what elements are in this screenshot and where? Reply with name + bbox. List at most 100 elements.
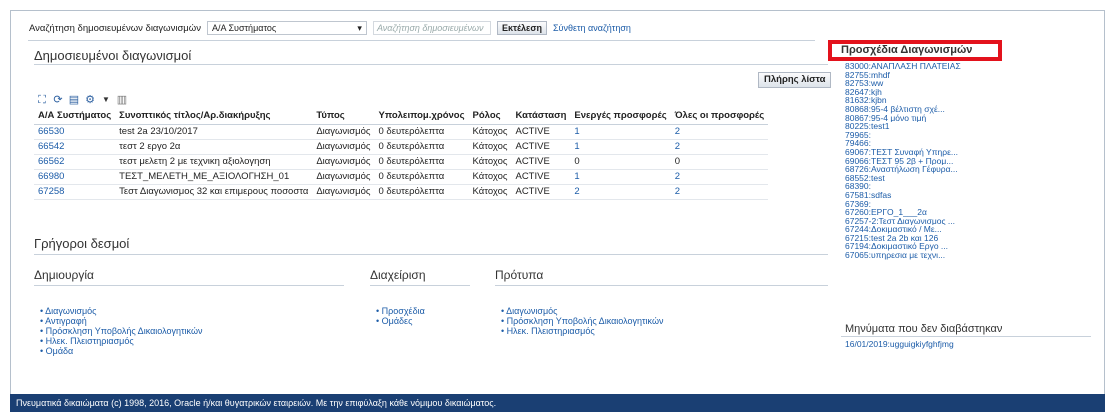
manage-link-groups[interactable]: Ομάδες [376, 316, 425, 326]
draft-item[interactable]: 67260:ΕΡΓΟ_1___2α [845, 208, 1035, 217]
column-header[interactable]: Κατάσταση [511, 108, 571, 125]
draft-item[interactable]: 83000:ΑΝΑΠΛΑΣΗ ΠΛΑΤΕΙΑΣ [845, 62, 1035, 71]
create-link-tender[interactable]: Διαγωνισμός [40, 306, 202, 316]
active-offers-cell[interactable]: 1 [570, 139, 671, 155]
table-toolbar: ⛶ ⟳ ▤ ⚙ ▼ ▥ [36, 93, 128, 107]
refresh-icon[interactable]: ⟳ [52, 94, 64, 106]
divider [370, 285, 470, 286]
draft-item[interactable]: 79965: [845, 131, 1035, 140]
create-link-auction[interactable]: Ηλεκ. Πλειστηριασμός [40, 336, 202, 346]
chevron-down-icon: ▾ [357, 22, 362, 33]
column-header[interactable]: Υπολειπομ.χρόνος [374, 108, 469, 125]
draft-item[interactable]: 82647:kjh [845, 88, 1035, 97]
template-link-auction[interactable]: Ηλεκ. Πλειστηριασμός [501, 326, 663, 336]
type-cell: Διαγωνισμός [312, 184, 375, 200]
draft-item[interactable]: 68726:Αναστήλωση Γέφυρα... [845, 165, 1035, 174]
export-icon[interactable]: ▤ [68, 94, 80, 106]
all-offers-cell[interactable]: 2 [670, 124, 769, 140]
draft-item[interactable]: 82753:ww [845, 79, 1035, 88]
templates-links: Διαγωνισμός Πρόσκληση Υποβολής Δικαιολογ… [501, 306, 663, 336]
draft-item[interactable]: 67215:test 2a 2b και 126 [845, 234, 1035, 243]
create-link-copy[interactable]: Αντιγραφή [40, 316, 202, 326]
column-header[interactable]: Ενεργές προσφορές [570, 108, 671, 125]
remaining-time-cell: 0 δευτερόλεπτα [374, 139, 469, 155]
table-row: 66542 τεστ 2 εργο 2α Διαγωνισμός 0 δευτερόλ… [34, 139, 769, 155]
draft-item[interactable]: 68390: [845, 182, 1035, 191]
draft-item[interactable]: 80868:95-4 βέλτιστη σχέ... [845, 105, 1035, 114]
unread-message-item[interactable]: 16/01/2019:ugguigkiyfghfjmg [845, 339, 954, 349]
manage-section-title: Διαχείριση [370, 268, 426, 282]
execute-button[interactable]: Εκτέλεση [496, 21, 547, 35]
draft-item[interactable]: 79466: [845, 139, 1035, 148]
divider [34, 285, 344, 286]
draft-item[interactable]: 80867:95-4 μόνο τιμή [845, 114, 1035, 123]
dropdown-caret-icon[interactable]: ▼ [100, 94, 112, 106]
table-row: 67258 Τεστ Διαγωνισμος 32 και επιμερους π… [34, 184, 769, 200]
unread-messages-title: Μηνύματα που δεν διαβάστηκαν [845, 323, 1003, 335]
draft-item[interactable]: 67369: [845, 200, 1035, 209]
status-cell: ACTIVE [511, 169, 571, 185]
columns-icon[interactable]: ▥ [116, 94, 128, 106]
table-row: 66530 test 2a 23/10/2017 Διαγωνισμός 0 δευτ… [34, 124, 769, 140]
draft-item[interactable]: 82755:mhdf [845, 71, 1035, 80]
search-field-select[interactable]: Α/Α Συστήματος ▾ [206, 21, 367, 35]
draft-item[interactable]: 67244:Δοκιμαστικό / Με... [845, 225, 1035, 234]
remaining-time-cell: 0 δευτερόλεπτα [374, 154, 469, 170]
template-link-invitation[interactable]: Πρόσκληση Υποβολής Δικαιολογητικών [501, 316, 664, 326]
title-cell: τεστ μελετη 2 με τεχνικη αξιολογηση [115, 154, 313, 170]
column-header[interactable]: Τύπος [312, 108, 375, 125]
draft-item[interactable]: 69066:ΤΕΣΤ 95 2β + Προμ... [845, 157, 1035, 166]
role-cell: Κάτοχος [468, 154, 512, 170]
status-cell: ACTIVE [511, 139, 571, 155]
role-cell: Κάτοχος [468, 169, 512, 185]
system-id-cell[interactable]: 66530 [34, 124, 116, 140]
active-offers-cell[interactable]: 1 [570, 169, 671, 185]
footer-copyright: Πνευματικά δικαιώματα (c) 1998, 2016, Or… [10, 394, 1105, 412]
column-header[interactable]: Όλες οι προσφορές [670, 108, 769, 125]
maximize-icon[interactable]: ⛶ [36, 94, 48, 106]
system-id-cell[interactable]: 66980 [34, 169, 116, 185]
draft-item[interactable]: 67581:sdfas [845, 191, 1035, 200]
system-id-cell[interactable]: 66562 [34, 154, 116, 170]
draft-item[interactable]: 67194:Δοκιμαστικό Εργο ... [845, 242, 1035, 251]
draft-item[interactable]: 80225:test1 [845, 122, 1035, 131]
search-bar: Αναζήτηση δημοσιευμένων διαγωνισμών Α/Α … [29, 21, 631, 35]
divider [34, 64, 828, 65]
template-link-tender[interactable]: Διαγωνισμός [501, 306, 663, 316]
published-table: Α/Α Συστήματος Συνοπτικός τίτλος/Αρ.διακ… [34, 108, 769, 200]
system-id-cell[interactable]: 66542 [34, 139, 116, 155]
all-offers-cell[interactable]: 2 [670, 139, 769, 155]
draft-item[interactable]: 67257-2:Τεστ Διαγωνισμος ... [845, 217, 1035, 226]
draft-item[interactable]: 81632:kjbn [845, 96, 1035, 105]
role-cell: Κάτοχος [468, 139, 512, 155]
active-offers-cell[interactable]: 1 [570, 124, 671, 140]
divider [28, 40, 815, 41]
all-offers-cell[interactable]: 2 [670, 184, 769, 200]
status-cell: ACTIVE [511, 124, 571, 140]
column-header[interactable]: Α/Α Συστήματος [34, 108, 116, 125]
manage-link-drafts[interactable]: Προσχέδια [376, 306, 425, 316]
column-header[interactable]: Συνοπτικός τίτλος/Αρ.διακήρυξης [115, 108, 313, 125]
draft-item[interactable]: 68552:test [845, 174, 1035, 183]
draft-item[interactable]: 67065:υπηρεσια με τεχνι... [845, 251, 1035, 260]
remaining-time-cell: 0 δευτερόλεπτα [374, 124, 469, 140]
active-offers-cell[interactable]: 2 [570, 184, 671, 200]
system-id-cell[interactable]: 67258 [34, 184, 116, 200]
table-row: 66980 ΤΕΣΤ_ΜΕΛΕΤΗ_ΜΕ_ΑΞΙΟΛΟΓΗΣΗ_01 Διαγωνι… [34, 169, 769, 185]
column-header[interactable]: Ρόλος [468, 108, 512, 125]
create-link-group[interactable]: Ομάδα [40, 346, 202, 356]
create-link-invitation[interactable]: Πρόσκληση Υποβολής Δικαιολογητικών [40, 326, 203, 336]
search-input[interactable]: Αναζήτηση δημοσιευμένων [372, 21, 491, 35]
advanced-search-link[interactable]: Σύνθετη αναζήτηση [553, 23, 631, 33]
settings-icon[interactable]: ⚙ [84, 94, 96, 106]
create-section-title: Δημιουργία [34, 268, 94, 282]
type-cell: Διαγωνισμός [312, 124, 375, 140]
divider [34, 254, 828, 255]
draft-item[interactable]: 69067:ΤΕΣΤ Συναφή Υπηρε... [845, 148, 1035, 157]
full-list-button[interactable]: Πλήρης λίστα [758, 72, 832, 88]
search-label: Αναζήτηση δημοσιευμένων διαγωνισμών [29, 22, 201, 34]
all-offers-cell[interactable]: 2 [670, 169, 769, 185]
title-cell: test 2a 23/10/2017 [115, 124, 313, 140]
divider [495, 285, 828, 286]
published-title: Δημοσιευμένοι διαγωνισμοί [34, 48, 192, 63]
